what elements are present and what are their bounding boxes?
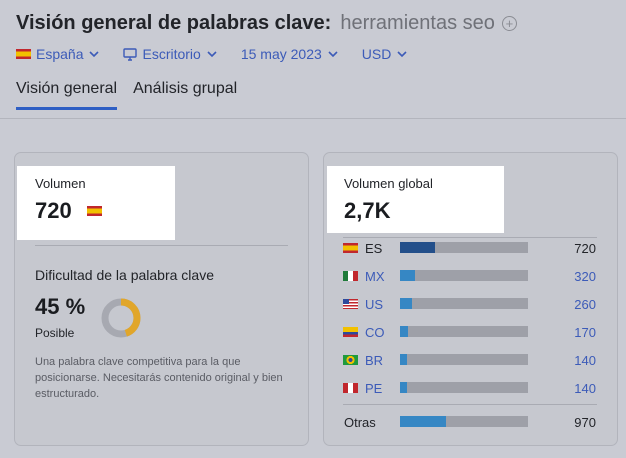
flag-pe-icon bbox=[343, 383, 358, 393]
country-value[interactable]: 140 bbox=[536, 353, 596, 368]
country-bar-track bbox=[400, 242, 528, 253]
country-row-mx[interactable]: MX 320 bbox=[343, 266, 596, 286]
chevron-down-icon bbox=[328, 50, 338, 57]
flag-es-icon bbox=[16, 49, 31, 59]
global-volume-divider bbox=[343, 237, 597, 238]
others-value: 970 bbox=[574, 414, 596, 430]
volume-label: Volumen bbox=[35, 176, 86, 191]
country-bar-fill bbox=[400, 242, 435, 253]
device-dropdown[interactable]: Escritorio bbox=[123, 46, 217, 62]
country-bar-track bbox=[400, 298, 528, 309]
chevron-down-icon bbox=[207, 50, 217, 57]
keyword-title: herramientas seo bbox=[340, 11, 495, 34]
country-bar-fill bbox=[400, 298, 412, 309]
country-bar-track bbox=[400, 382, 528, 393]
country-code: ES bbox=[365, 240, 383, 256]
others-label: Otras bbox=[344, 414, 376, 430]
flag-br-icon bbox=[343, 355, 358, 365]
country-value: España bbox=[36, 46, 84, 62]
title-row: Visión general de palabras clave: herram… bbox=[16, 10, 626, 36]
flag-us-icon bbox=[343, 299, 358, 309]
chevron-down-icon bbox=[89, 50, 100, 57]
others-divider bbox=[343, 404, 597, 405]
device-value: Escritorio bbox=[142, 46, 201, 62]
global-volume-label: Volumen global bbox=[344, 176, 433, 191]
country-dropdown[interactable]: España bbox=[16, 46, 100, 62]
country-row-es: ES 720 bbox=[343, 238, 596, 258]
keyword-difficulty-description: Una palabra clave competitiva para la qu… bbox=[35, 356, 283, 400]
plus-circle-icon[interactable]: + bbox=[501, 15, 517, 31]
country-bar-fill bbox=[400, 326, 408, 337]
flag-co-icon bbox=[343, 327, 358, 337]
country-value[interactable]: 170 bbox=[536, 325, 596, 340]
monitor-icon bbox=[123, 47, 138, 61]
keyword-difficulty-level: Posible bbox=[35, 326, 75, 340]
tab-group-analysis[interactable]: Análisis grupal bbox=[133, 80, 237, 110]
keyword-difficulty-label: Dificultad de la palabra clave bbox=[35, 267, 214, 283]
others-bar-fill bbox=[400, 416, 446, 427]
difficulty-donut-chart bbox=[101, 298, 141, 338]
country-code[interactable]: US bbox=[365, 297, 383, 312]
filters-bar: España Escritorio 15 may 2023 USD bbox=[16, 44, 431, 64]
currency-value: USD bbox=[361, 46, 392, 62]
tab-bar: Visión general Análisis grupal bbox=[16, 80, 253, 110]
country-bar-track bbox=[400, 270, 528, 281]
country-value[interactable]: 140 bbox=[536, 381, 596, 396]
others-bar-track bbox=[400, 416, 528, 427]
country-code[interactable]: BR bbox=[365, 353, 383, 368]
country-bar-track bbox=[400, 354, 528, 365]
country-row-br[interactable]: BR 140 bbox=[343, 350, 596, 370]
country-bar-fill bbox=[400, 354, 407, 365]
country-code[interactable]: PE bbox=[365, 381, 382, 396]
volume-divider bbox=[35, 245, 288, 246]
country-value: 720 bbox=[574, 240, 596, 256]
country-code[interactable]: MX bbox=[365, 269, 385, 284]
page-header: Visión general de palabras clave: herram… bbox=[16, 10, 626, 62]
currency-dropdown[interactable]: USD bbox=[362, 46, 408, 62]
country-code[interactable]: CO bbox=[365, 325, 385, 340]
country-row-pe[interactable]: PE 140 bbox=[343, 378, 596, 398]
flag-es-icon bbox=[87, 206, 102, 216]
date-dropdown[interactable]: 15 may 2023 bbox=[241, 46, 338, 62]
country-row-co[interactable]: CO 170 bbox=[343, 322, 596, 342]
country-row-us[interactable]: US 260 bbox=[343, 294, 596, 314]
country-bar-track bbox=[400, 326, 528, 337]
date-value: 15 may 2023 bbox=[240, 46, 322, 62]
chevron-down-icon bbox=[397, 50, 407, 57]
flag-mx-icon bbox=[343, 271, 358, 281]
country-bar-fill bbox=[400, 382, 407, 393]
keyword-difficulty-value: 45 % bbox=[35, 294, 86, 319]
volume-value: 720 bbox=[35, 198, 72, 223]
global-volume-value: 2,7K bbox=[344, 198, 391, 223]
country-bar-fill bbox=[400, 270, 415, 281]
tab-divider bbox=[0, 118, 626, 119]
tab-overview[interactable]: Visión general bbox=[16, 80, 118, 110]
flag-es-icon bbox=[343, 243, 358, 253]
page-title: Visión general de palabras clave: bbox=[16, 11, 332, 34]
country-value[interactable]: 260 bbox=[536, 297, 596, 312]
country-value[interactable]: 320 bbox=[536, 269, 596, 284]
